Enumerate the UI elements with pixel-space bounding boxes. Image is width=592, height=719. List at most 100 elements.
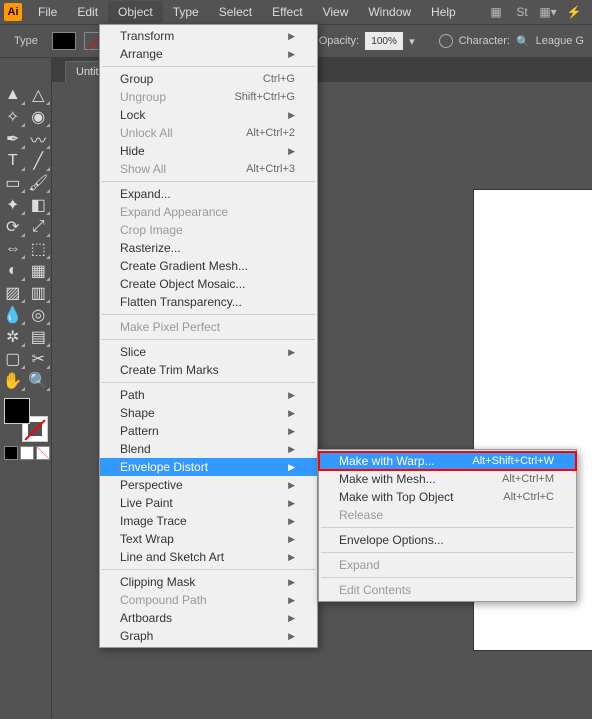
zoom-tool[interactable]: 🔍 — [26, 370, 52, 392]
menu-item-release: Release — [319, 506, 576, 524]
menu-item-label: Crop Image — [120, 223, 183, 237]
width-tool[interactable]: ⇔ — [0, 238, 26, 260]
menu-item-group[interactable]: GroupCtrl+G — [100, 70, 317, 88]
menu-item-envelope-distort[interactable]: Envelope Distort▶ — [100, 458, 317, 476]
pen-tool[interactable]: ✒ — [0, 128, 26, 150]
menu-item-label: Create Object Mosaic... — [120, 277, 245, 291]
curvature-tool[interactable]: 〰 — [26, 128, 52, 150]
menu-item-text-wrap[interactable]: Text Wrap▶ — [100, 530, 317, 548]
shape-builder-tool[interactable]: ◐ — [0, 260, 26, 282]
globe-icon[interactable] — [439, 34, 453, 48]
menu-item-edit-contents: Edit Contents — [319, 581, 576, 599]
menu-item-path[interactable]: Path▶ — [100, 386, 317, 404]
menu-object[interactable]: Object — [108, 1, 163, 23]
selection-tool[interactable]: ▲ — [0, 84, 26, 106]
submenu-arrow-icon: ▶ — [288, 613, 295, 624]
menu-item-artboards[interactable]: Artboards▶ — [100, 609, 317, 627]
menu-item-label: Release — [339, 508, 383, 522]
menu-shortcut: Alt+Ctrl+C — [503, 491, 554, 503]
stock-icon[interactable]: St — [514, 4, 530, 20]
fill-stroke-control[interactable] — [4, 398, 48, 442]
menu-item-rasterize[interactable]: Rasterize... — [100, 239, 317, 257]
rotate-tool[interactable]: ⟳ — [0, 216, 26, 238]
menu-item-expand[interactable]: Expand... — [100, 185, 317, 203]
eyedropper-tool[interactable]: 💧 — [0, 304, 26, 326]
graph-tool[interactable]: ▤ — [26, 326, 52, 348]
bridge-icon[interactable]: ▦ — [488, 4, 504, 20]
menu-item-label: Expand Appearance — [120, 205, 228, 219]
menu-edit[interactable]: Edit — [67, 1, 108, 23]
submenu-arrow-icon: ▶ — [288, 498, 295, 509]
menu-item-envelope-options[interactable]: Envelope Options... — [319, 531, 576, 549]
menu-item-make-with-mesh[interactable]: Make with Mesh...Alt+Ctrl+M — [319, 470, 576, 488]
menu-item-transform[interactable]: Transform▶ — [100, 27, 317, 45]
symbol-sprayer-tool[interactable]: ✲ — [0, 326, 26, 348]
opacity-field[interactable]: 100% — [365, 32, 403, 50]
color-mode-row — [4, 446, 51, 460]
menu-item-line-and-sketch-art[interactable]: Line and Sketch Art▶ — [100, 548, 317, 566]
submenu-arrow-icon: ▶ — [288, 146, 295, 157]
eraser-tool[interactable]: ◧ — [26, 194, 52, 216]
scale-tool[interactable]: ⤢ — [26, 216, 52, 238]
menu-window[interactable]: Window — [358, 1, 421, 23]
gpu-icon[interactable]: ⚡ — [566, 4, 582, 20]
menu-item-perspective[interactable]: Perspective▶ — [100, 476, 317, 494]
color-mode-none[interactable] — [36, 446, 50, 460]
menu-item-clipping-mask[interactable]: Clipping Mask▶ — [100, 573, 317, 591]
type-tool[interactable]: T — [0, 150, 26, 172]
gradient-tool[interactable]: ▥ — [26, 282, 52, 304]
direct-selection-tool[interactable]: △ — [26, 84, 52, 106]
menu-item-arrange[interactable]: Arrange▶ — [100, 45, 317, 63]
menu-item-hide[interactable]: Hide ▶ — [100, 142, 317, 160]
character-panel-toggle[interactable]: Character: — [459, 35, 510, 47]
opacity-dropdown-icon[interactable]: ▾ — [409, 35, 415, 48]
hand-tool[interactable]: ✋ — [0, 370, 26, 392]
submenu-arrow-icon: ▶ — [288, 595, 295, 606]
menu-item-shape[interactable]: Shape▶ — [100, 404, 317, 422]
envelope-distort-submenu: Make with Warp...Alt+Shift+Ctrl+WMake wi… — [318, 449, 577, 602]
color-mode-gradient[interactable] — [20, 446, 34, 460]
menu-item-live-paint[interactable]: Live Paint▶ — [100, 494, 317, 512]
menu-item-label: Unlock All — [120, 126, 173, 140]
menu-item-graph[interactable]: Graph▶ — [100, 627, 317, 645]
submenu-arrow-icon: ▶ — [288, 552, 295, 563]
menu-item-make-with-top-object[interactable]: Make with Top ObjectAlt+Ctrl+C — [319, 488, 576, 506]
menu-item-create-gradient-mesh[interactable]: Create Gradient Mesh... — [100, 257, 317, 275]
blend-tool[interactable]: ◎ — [26, 304, 52, 326]
rectangle-tool[interactable]: ▭ — [0, 172, 26, 194]
menu-item-slice[interactable]: Slice▶ — [100, 343, 317, 361]
menu-item-create-trim-marks[interactable]: Create Trim Marks — [100, 361, 317, 379]
menu-item-make-with-warp[interactable]: Make with Warp...Alt+Shift+Ctrl+W — [319, 452, 576, 470]
artboard-tool[interactable]: ▢ — [0, 348, 26, 370]
shaper-tool[interactable]: ✦ — [0, 194, 26, 216]
fill-swatch-large[interactable] — [4, 398, 30, 424]
menu-select[interactable]: Select — [209, 1, 262, 23]
font-search-field[interactable]: League G — [536, 35, 584, 47]
menubar: Ai File Edit Object Type Select Effect V… — [0, 0, 592, 24]
magic-wand-tool[interactable]: ✧ — [0, 106, 26, 128]
menu-type[interactable]: Type — [163, 1, 209, 23]
color-mode-solid[interactable] — [4, 446, 18, 460]
line-tool[interactable]: ╱ — [26, 150, 52, 172]
menu-effect[interactable]: Effect — [262, 1, 312, 23]
arrange-docs-icon[interactable]: ▦▾ — [540, 4, 556, 20]
fill-swatch[interactable] — [52, 32, 76, 50]
perspective-tool[interactable]: ▦ — [26, 260, 52, 282]
slice-tool[interactable]: ✂ — [26, 348, 52, 370]
menu-file[interactable]: File — [28, 1, 67, 23]
free-transform-tool[interactable]: ⬚ — [26, 238, 52, 260]
menu-item-label: Show All — [120, 162, 166, 176]
menu-item-flatten-transparency[interactable]: Flatten Transparency... — [100, 293, 317, 311]
mesh-tool[interactable]: ▨ — [0, 282, 26, 304]
menu-item-lock[interactable]: Lock▶ — [100, 106, 317, 124]
search-icon: 🔍 — [516, 35, 530, 48]
menu-item-image-trace[interactable]: Image Trace▶ — [100, 512, 317, 530]
menu-item-label: Hide — [120, 144, 145, 158]
paintbrush-tool[interactable]: 🖌 — [26, 172, 52, 194]
menu-item-blend[interactable]: Blend▶ — [100, 440, 317, 458]
menu-view[interactable]: View — [313, 1, 359, 23]
menu-help[interactable]: Help — [421, 1, 466, 23]
menu-item-pattern[interactable]: Pattern▶ — [100, 422, 317, 440]
lasso-tool[interactable]: ◉ — [26, 106, 52, 128]
menu-item-create-object-mosaic[interactable]: Create Object Mosaic... — [100, 275, 317, 293]
